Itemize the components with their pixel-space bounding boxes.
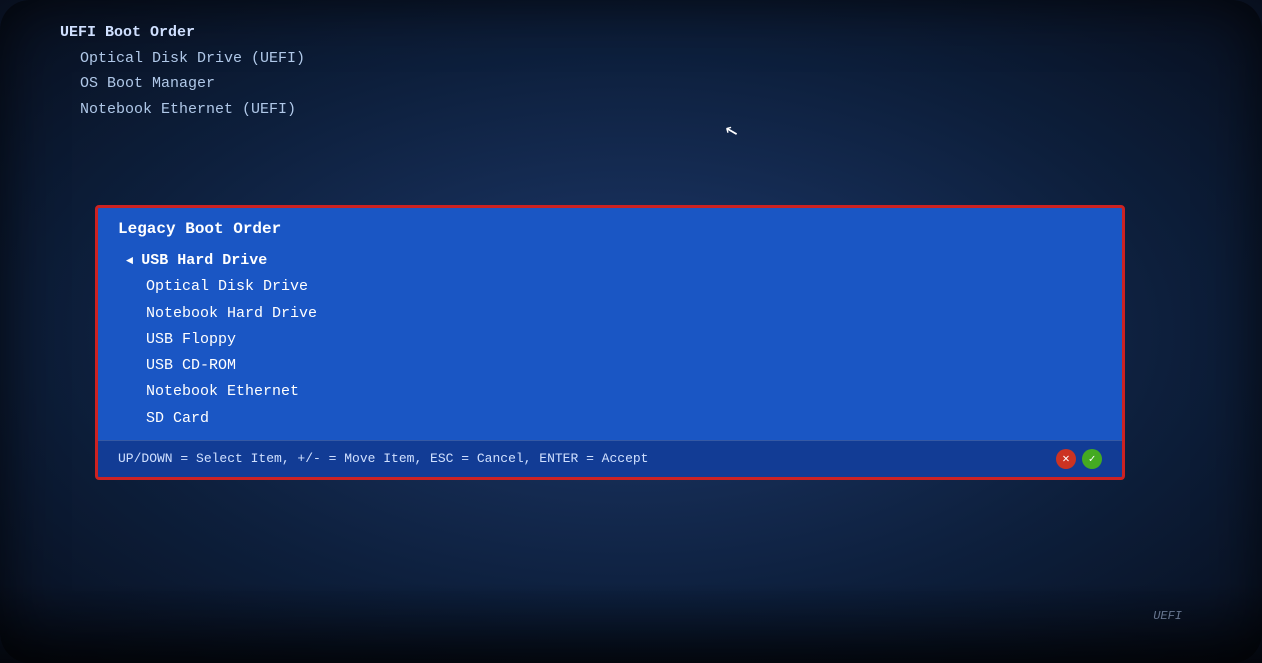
legacy-item-notebook-hdd[interactable]: Notebook Hard Drive (118, 301, 1102, 327)
uefi-item-1[interactable]: Optical Disk Drive (UEFI) (60, 46, 1202, 72)
legacy-item-label-6: Notebook Ethernet (126, 379, 299, 405)
accept-icon[interactable]: ✓ (1082, 449, 1102, 469)
legacy-item-label-7: SD Card (126, 406, 209, 432)
legacy-item-notebook-ethernet[interactable]: Notebook Ethernet (118, 379, 1102, 405)
footer-help-text: UP/DOWN = Select Item, +/- = Move Item, … (118, 451, 649, 466)
legacy-item-usb-hard-drive[interactable]: ◄ USB Hard Drive (118, 248, 1102, 274)
legacy-item-optical[interactable]: Optical Disk Drive (118, 274, 1102, 300)
uefi-item-3[interactable]: Notebook Ethernet (UEFI) (60, 97, 1202, 123)
legacy-item-sd-card[interactable]: SD Card (118, 406, 1102, 432)
uefi-section-title: UEFI Boot Order (60, 20, 1202, 46)
legacy-body: Legacy Boot Order ◄ USB Hard Drive Optic… (98, 208, 1122, 440)
legacy-item-label-4: USB Floppy (126, 327, 236, 353)
legacy-title: Legacy Boot Order (118, 220, 1102, 238)
footer-icons: ✕ ✓ (1056, 449, 1102, 469)
cancel-icon[interactable]: ✕ (1056, 449, 1076, 469)
mouse-cursor: ↖ (722, 119, 740, 144)
legacy-item-label-3: Notebook Hard Drive (126, 301, 317, 327)
bios-logo: UEFI (1153, 609, 1182, 623)
legacy-item-usb-floppy[interactable]: USB Floppy (118, 327, 1102, 353)
selected-arrow-icon: ◄ (126, 251, 133, 272)
legacy-item-label-5: USB CD-ROM (126, 353, 236, 379)
uefi-boot-section: UEFI Boot Order Optical Disk Drive (UEFI… (60, 20, 1202, 122)
bios-content: UEFI Boot Order Optical Disk Drive (UEFI… (60, 20, 1202, 633)
legacy-item-usb-cdrom[interactable]: USB CD-ROM (118, 353, 1102, 379)
legacy-footer: UP/DOWN = Select Item, +/- = Move Item, … (98, 440, 1122, 477)
bios-screen: UEFI Boot Order Optical Disk Drive (UEFI… (0, 0, 1262, 663)
legacy-boot-dialog: Legacy Boot Order ◄ USB Hard Drive Optic… (95, 205, 1125, 480)
uefi-item-2[interactable]: OS Boot Manager (60, 71, 1202, 97)
legacy-item-label-1: USB Hard Drive (141, 248, 267, 274)
legacy-item-label-2: Optical Disk Drive (126, 274, 308, 300)
